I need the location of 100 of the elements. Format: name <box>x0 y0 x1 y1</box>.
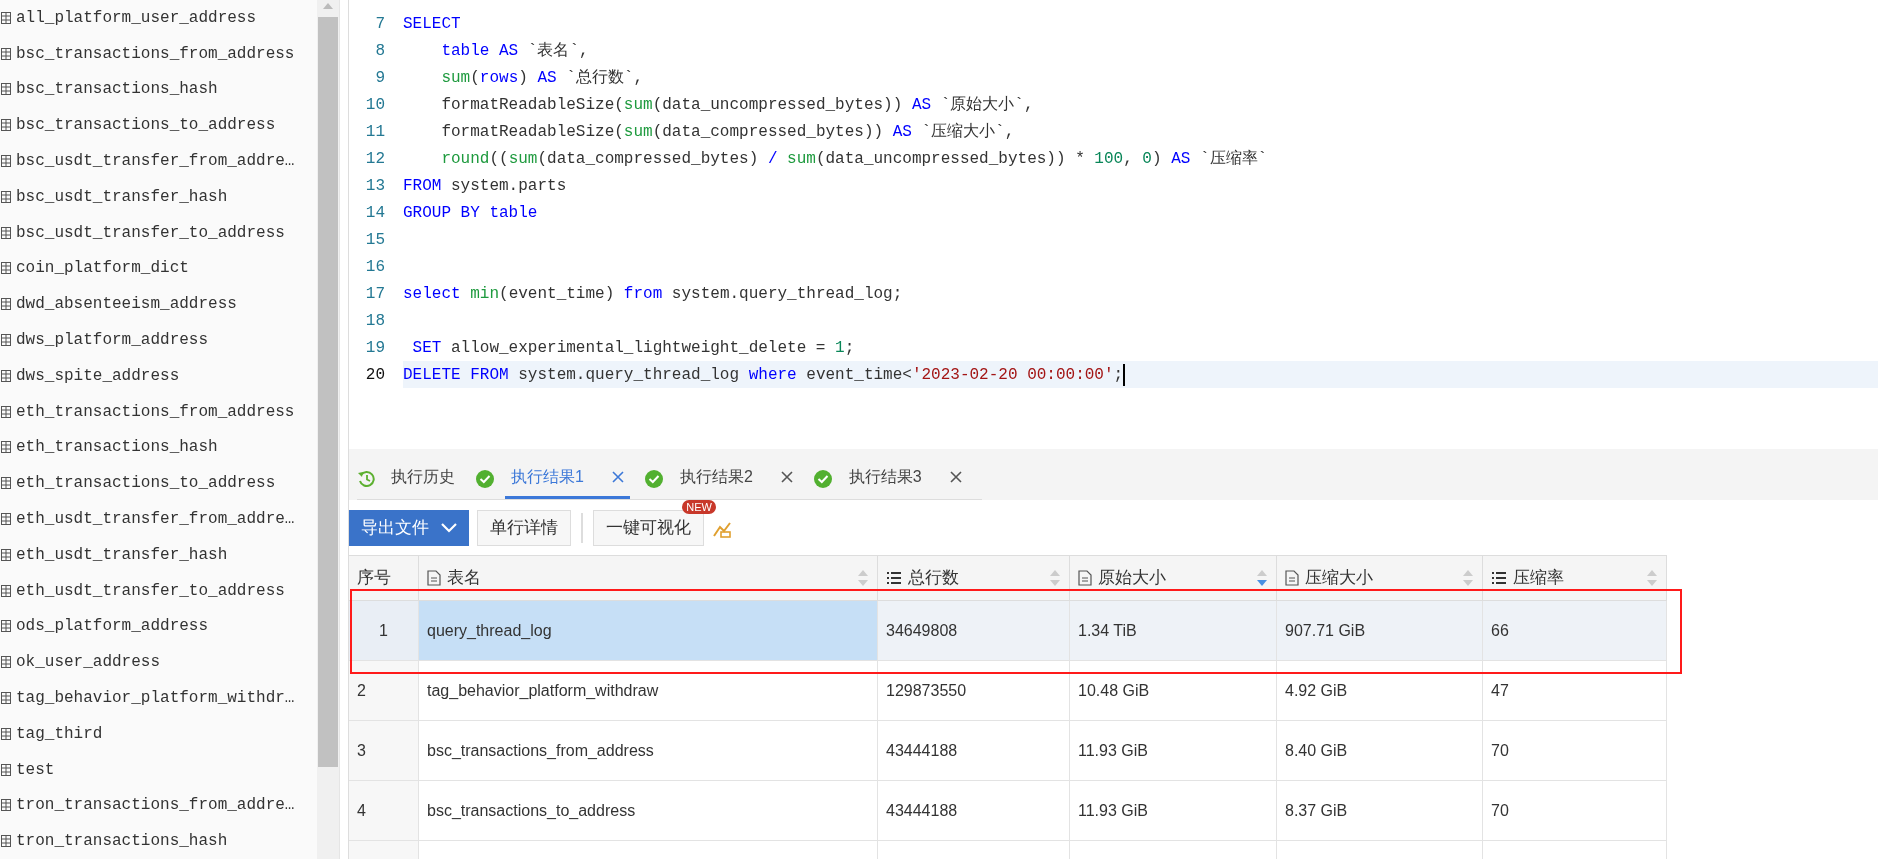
tab[interactable]: 执行结果3 <box>812 458 982 499</box>
line-number: 19 <box>364 337 385 359</box>
sidebar-item[interactable]: dws_platform_address <box>0 322 318 358</box>
sidebar-item[interactable]: eth_transactions_from_address <box>0 393 318 430</box>
column-header[interactable]: 压缩率 <box>1483 556 1667 600</box>
sidebar-item[interactable]: ok_user_address <box>0 644 318 681</box>
document-icon <box>427 570 441 586</box>
table-cell: 11.93 GiB <box>1070 721 1277 780</box>
column-header[interactable]: 压缩大小 <box>1277 556 1483 600</box>
table-icon <box>1 620 11 633</box>
table-cell: 4.92 GiB <box>1277 661 1483 720</box>
close-icon[interactable] <box>949 471 962 483</box>
sidebar-item[interactable]: coin_platform_dict <box>0 250 318 287</box>
sidebar-item[interactable]: eth_transactions_to_address <box>0 465 318 502</box>
export-button[interactable]: 导出文件 <box>349 509 469 546</box>
code-line: select min(event_time) from system.query_thread_log; <box>403 283 903 305</box>
table-icon <box>1 513 11 526</box>
table-cell: 70 <box>1483 781 1667 840</box>
sidebar-item[interactable]: eth_transactions_hash <box>0 429 318 466</box>
text-cursor <box>1123 363 1126 386</box>
line-number: 18 <box>364 310 385 332</box>
scrollbar[interactable] <box>317 0 339 859</box>
table-cell: 66 <box>1483 601 1667 660</box>
sidebar-item[interactable]: tag_behavior_platform_withdr… <box>0 680 318 716</box>
toolbar-button[interactable]: 单行详情 <box>477 509 571 546</box>
table-cell: 34649808 <box>878 601 1070 660</box>
code-line: GROUP BY table <box>403 202 538 224</box>
sort-icon[interactable] <box>857 569 869 587</box>
sidebar-item[interactable]: bsc_usdt_transfer_to_address <box>0 214 318 251</box>
scroll-up-icon[interactable] <box>322 2 335 10</box>
sidebar-item[interactable]: ods_platform_address <box>0 608 318 645</box>
code-line: table AS `表名`, <box>440 40 589 62</box>
code-line: formatReadableSize(sum(data_uncompressed_bytes)) AS `原始大小`, <box>440 94 1034 116</box>
table-cell: 129873550 <box>878 661 1070 720</box>
code-line: round((sum(data_compressed_bytes) / sum(data_uncompressed_bytes)) * 100, 0) AS `压缩率` <box>440 148 1268 170</box>
column-header[interactable]: 原始大小 <box>1070 556 1277 600</box>
sidebar-item[interactable]: bsc_transactions_hash <box>0 71 318 108</box>
sort-icon[interactable] <box>1256 569 1268 587</box>
table-icon <box>1 727 11 740</box>
table-icon <box>1 477 11 490</box>
sort-icon[interactable] <box>1646 569 1658 587</box>
table-cell: bsc_transactions_to_address <box>419 781 878 840</box>
table-icon <box>1 119 11 132</box>
sidebar-item[interactable]: eth_usdt_transfer_from_addre… <box>0 501 318 537</box>
sidebar-item[interactable]: dws_spite_address <box>0 357 318 394</box>
sidebar-item[interactable]: bsc_transactions_from_address <box>0 35 318 72</box>
sort-icon[interactable] <box>1462 569 1474 587</box>
close-icon[interactable] <box>780 471 793 483</box>
document-icon <box>1078 570 1092 586</box>
table-icon <box>1 405 11 418</box>
tab[interactable]: 执行历史 <box>357 458 475 499</box>
column-header[interactable]: 表名 <box>419 556 878 600</box>
table-cell: 907.71 GiB <box>1277 601 1483 660</box>
table-icon <box>1 155 11 168</box>
sidebar-item[interactable]: eth_usdt_transfer_hash <box>0 536 318 573</box>
check-icon <box>475 468 495 489</box>
code-line: SET allow_experimental_lightweight_delete = 1; <box>411 337 855 359</box>
table-cell: 43444188 <box>878 721 1070 780</box>
document-icon <box>1285 570 1299 586</box>
sort-icon[interactable] <box>1049 569 1061 587</box>
sidebar-item[interactable]: dwd_absenteeism_address <box>0 286 318 323</box>
table-cell: tag_behavior_platform_withdraw <box>419 661 878 720</box>
sidebar-item[interactable]: bsc_usdt_transfer_hash <box>0 179 318 215</box>
line-number: 12 <box>364 148 385 170</box>
code-line: SELECT <box>403 13 461 35</box>
table-icon <box>1 584 11 597</box>
line-number: 9 <box>374 67 385 89</box>
table-cell: 70 <box>1483 721 1667 780</box>
line-number: 20 <box>364 364 385 386</box>
line-number: 10 <box>364 94 385 116</box>
sidebar-item[interactable]: all_platform_user_address <box>0 0 318 36</box>
table-icon <box>1 692 11 705</box>
sidebar-item[interactable]: bsc_usdt_transfer_from_addre… <box>0 143 318 179</box>
table-icon <box>1 763 11 776</box>
scrollbar-thumb[interactable] <box>318 17 339 767</box>
column-header[interactable]: 总行数 <box>878 556 1070 600</box>
table-cell: 43444188 <box>878 781 1070 840</box>
close-icon[interactable] <box>611 471 624 483</box>
sidebar-item[interactable]: tag_third <box>0 715 318 752</box>
sidebar-item[interactable]: bsc_transactions_to_address <box>0 107 318 144</box>
line-number: 15 <box>364 229 385 251</box>
column-header[interactable]: 序号 <box>349 556 419 600</box>
code-line: DELETE FROM system.query_thread_log where event_time<'2023-02-20 00:00:00'; <box>403 364 1124 386</box>
table-cell: query_thread_log <box>419 601 878 660</box>
table-icon <box>1 334 11 347</box>
list-icon <box>886 571 902 585</box>
line-number: 16 <box>364 256 385 278</box>
table-icon <box>1 190 11 203</box>
history-icon <box>357 469 375 488</box>
table-cell: 2 <box>349 661 419 720</box>
code-line: FROM system.parts <box>403 175 567 197</box>
sidebar-item[interactable]: test <box>0 751 318 788</box>
sidebar-item[interactable]: tron_transactions_hash <box>0 823 318 859</box>
check-icon <box>643 468 664 489</box>
sidebar-item[interactable]: eth_usdt_transfer_to_address <box>0 572 318 609</box>
table-icon <box>1 298 11 311</box>
table-cell: 10.48 GiB <box>1070 661 1277 720</box>
sidebar-item[interactable]: tron_transactions_from_addre… <box>0 787 318 824</box>
table-icon <box>1 656 11 669</box>
tab[interactable]: 执行结果2 <box>643 458 813 499</box>
